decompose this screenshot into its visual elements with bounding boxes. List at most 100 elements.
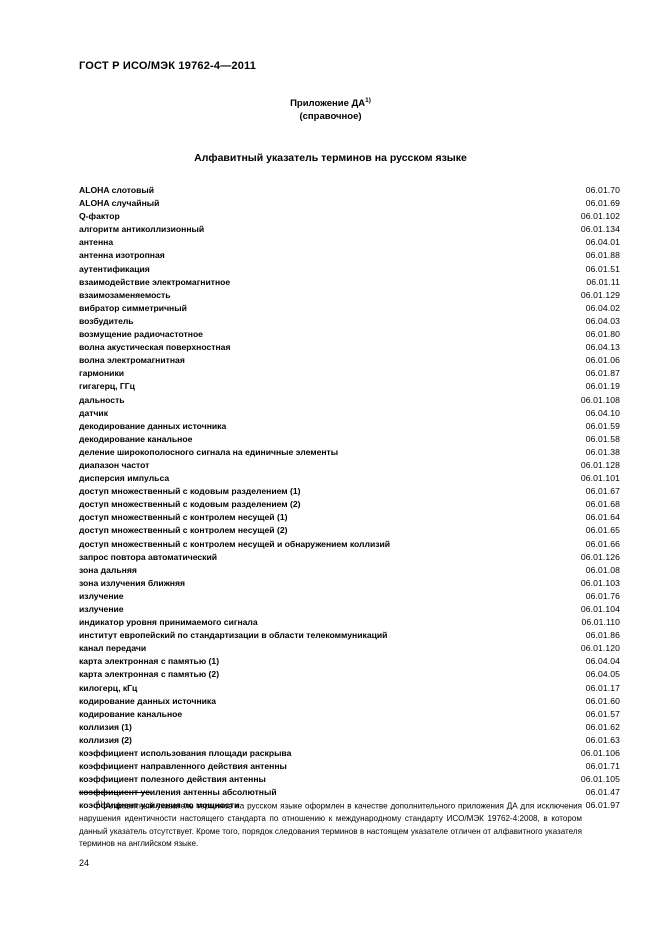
index-entry-term: датчик (79, 407, 109, 418)
index-entry-code: 06.01.120 (580, 643, 620, 654)
index-entry-row: карта электронная с памятью (1) 06.04.04 (79, 655, 620, 668)
index-entry-code: 06.01.104 (580, 604, 620, 614)
index-entry-term: гармоники (79, 368, 125, 379)
index-entry-code: 06.01.87 (585, 368, 620, 379)
index-entry-code: 06.01.11 (586, 276, 620, 287)
index-entry-term: антенна (79, 237, 114, 248)
index-entry-code: 06.01.88 (585, 250, 620, 261)
index-entry-code: 06.01.110 (581, 617, 620, 628)
footnote-marker: 1) (97, 801, 103, 807)
index-entry-term: возмущение радиочастотное (79, 329, 203, 340)
index-entry-term: дальность (79, 394, 125, 405)
index-entry-code: 06.01.06 (585, 355, 620, 366)
index-entry-row: вибратор симметричный 06.04.02 (79, 302, 620, 315)
index-entry-code: 06.01.105 (580, 774, 620, 785)
index-entry-term: диапазон частот (79, 459, 150, 470)
index-entry-term: карта электронная с памятью (2) (79, 669, 220, 680)
index-entry-term: коэффициент полезного действия антенны (79, 774, 266, 785)
index-entry-term: кодирование данных источника (79, 695, 217, 706)
index-entry-row: канал передачи 06.01.120 (79, 642, 620, 655)
index-entry-code: 06.04.03 (585, 315, 620, 326)
page-title: Алфавитный указатель терминов на русском… (194, 152, 467, 164)
index-entry-term: коллизия (2) (79, 734, 132, 745)
index-entry-code: 06.04.13 (585, 342, 620, 353)
index-entry-row: коллизия (2) 06.01.63 (79, 734, 620, 747)
index-entry-term: карта электронная с памятью (1) (79, 656, 220, 667)
index-entry-code: 06.01.65 (585, 525, 620, 536)
index-entry-term: декодирование канальное (79, 433, 193, 444)
annex-subtitle: (справочное) (299, 111, 362, 123)
index-entry-term: возбудитель (79, 315, 134, 326)
index-entry-row: излучение 06.01.76 (79, 590, 620, 603)
index-entry-code: 06.01.60 (585, 695, 620, 706)
index-entry-term: Q-фактор (79, 211, 120, 222)
footnote-text: Алфавитный указатель терминов на русском… (79, 801, 583, 849)
index-entry-row: декодирование данных источника 06.01.59 (79, 420, 620, 433)
annex-footnote-marker: 1) (365, 97, 371, 104)
index-entry-row: аутентификация 06.01.51 (79, 263, 620, 276)
index-entry-row: волна акустическая поверхностная 06.04.13 (79, 341, 620, 354)
index-entry-row: коллизия (1) 06.01.62 (79, 721, 620, 734)
index-entry-row: дальность 06.01.108 (79, 394, 620, 407)
index-entry-code: 06.01.102 (580, 211, 620, 222)
index-entry-term: доступ множественный с контролем несущей… (79, 512, 288, 523)
index-entry-row: взаимозаменяемость 06.01.129 (79, 289, 620, 302)
index-entry-row: гигагерц, ГГц 06.01.19 (79, 380, 620, 393)
index-entry-code: 06.01.103 (580, 577, 620, 588)
index-entry-term: запрос повтора автоматический (79, 551, 218, 562)
index-entry-term: зона дальняя (79, 564, 137, 575)
index-entry-code: 06.01.97 (585, 800, 620, 811)
index-entry-code: 06.01.86 (585, 630, 620, 641)
index-entry-code: 06.04.01 (585, 237, 620, 248)
index-entry-code: 06.04.04 (585, 656, 620, 667)
alphabetical-index-list: ALOHA слотовый 06.01.70 ALOHA случайный 06.… (79, 184, 620, 813)
index-entry-row: индикатор уровня принимаемого сигнала 06.… (79, 616, 620, 629)
index-entry-row: кодирование канальное 06.01.57 (79, 708, 620, 721)
index-entry-code: 06.01.80 (585, 329, 620, 340)
index-entry-code: 06.01.71 (585, 761, 620, 772)
index-entry-term: индикатор уровня принимаемого сигнала (79, 617, 258, 628)
index-entry-term: зона излучения ближняя (79, 577, 186, 588)
index-entry-row: институт европейский по стандартизации в… (79, 629, 620, 642)
document-header: ГОСТ Р ИСО/МЭК 19762-4—2011 (79, 60, 257, 72)
index-entry-row: взаимодействие электромагнитное 06.01.11 (79, 276, 620, 289)
index-entry-term: доступ множественный с контролем несущей… (79, 525, 288, 536)
index-entry-code: 06.01.76 (585, 590, 620, 601)
index-entry-term: институт европейский по стандартизации в… (79, 630, 388, 641)
index-entry-row: ALOHA слотовый 06.01.70 (79, 184, 620, 197)
index-entry-code: 06.01.58 (585, 433, 620, 444)
index-entry-term: антенна изотропная (79, 250, 165, 261)
index-entry-code: 06.01.126 (580, 551, 620, 562)
index-entry-row: кодирование данных источника 06.01.60 (79, 695, 620, 708)
index-entry-code: 06.01.67 (585, 486, 620, 497)
index-entry-code: 06.01.66 (585, 538, 620, 549)
index-entry-row: коэффициент использования площади раскры… (79, 747, 620, 760)
index-entry-row: декодирование канальное 06.01.58 (79, 433, 620, 446)
index-entry-term: коэффициент использования площади раскры… (79, 748, 292, 759)
index-entry-code: 06.01.38 (585, 446, 620, 457)
index-entry-row: запрос повтора автоматический 06.01.126 (79, 551, 620, 564)
index-entry-row: доступ множественный с контролем несущей… (79, 524, 620, 537)
index-entry-code: 06.01.19 (585, 381, 620, 392)
index-entry-code: 06.01.64 (585, 512, 620, 523)
index-entry-term: канал передачи (79, 643, 147, 654)
index-entry-term: взаимодействие электромагнитное (79, 276, 231, 287)
index-entry-row: коэффициент полезного действия антенны 06… (79, 773, 620, 786)
index-entry-code: 06.01.128 (580, 459, 620, 470)
index-entry-code: 06.01.08 (585, 564, 620, 575)
index-entry-row: излучение 06.01.104 (79, 603, 620, 616)
index-entry-code: 06.01.47 (585, 787, 620, 798)
index-entry-row: доступ множественный с контролем несущей… (79, 538, 620, 551)
index-entry-code: 06.01.101 (580, 473, 620, 484)
index-entry-term: гигагерц, ГГц (79, 381, 135, 392)
index-entry-code: 06.01.134 (580, 224, 620, 235)
index-entry-code: 06.01.129 (580, 289, 620, 300)
index-entry-row: возмущение радиочастотное 06.01.80 (79, 328, 620, 341)
index-entry-code: 06.04.02 (585, 302, 620, 313)
index-entry-row: килогерц, кГц 06.01.17 (79, 682, 620, 695)
annex-title: Приложение ДА1) (0, 94, 661, 110)
page-number: 24 (79, 858, 90, 868)
index-entry-code: 06.01.17 (585, 682, 620, 693)
index-entry-code: 06.01.106 (580, 748, 620, 759)
index-entry-term: вибратор симметричный (79, 302, 187, 313)
